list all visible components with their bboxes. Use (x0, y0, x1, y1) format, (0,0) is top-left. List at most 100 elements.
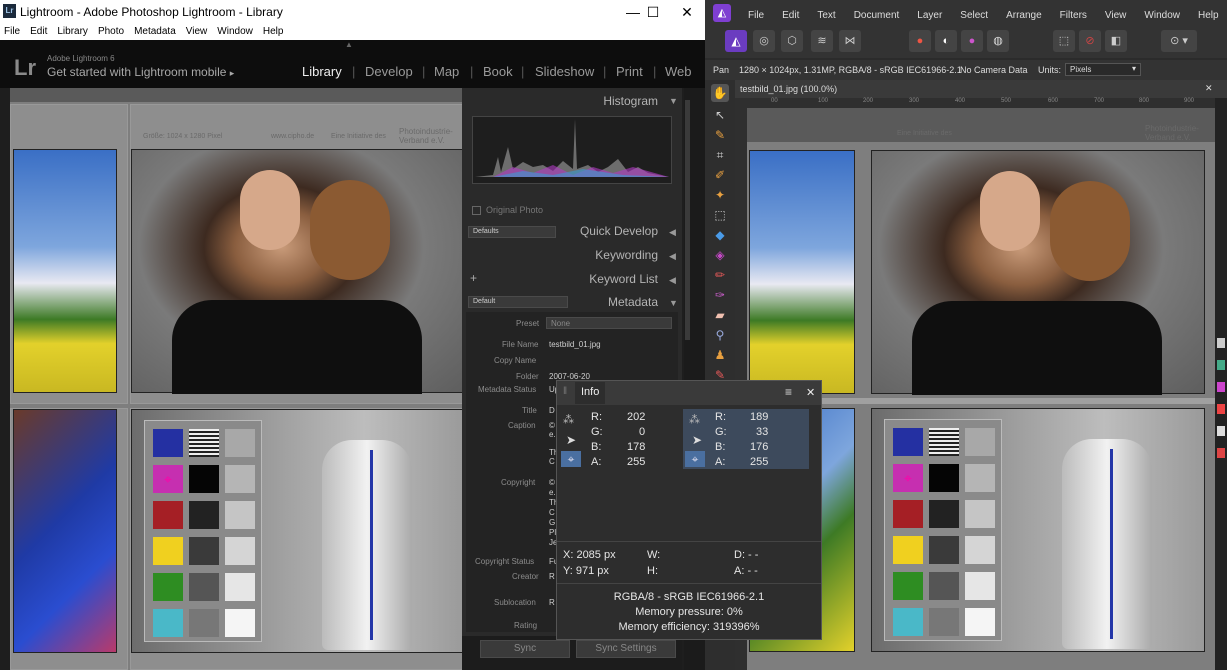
color-picker-icon[interactable]: ✎ (711, 126, 729, 144)
develop-persona-icon[interactable]: ⬡ (781, 30, 803, 52)
metadata-header[interactable]: Metadata (462, 295, 682, 309)
af-menu-help[interactable]: Help (1198, 10, 1219, 21)
studio-icon[interactable] (1217, 338, 1225, 348)
module-web[interactable]: Web (665, 64, 692, 79)
flood-select-icon[interactable]: ✦ (711, 186, 729, 204)
module-map[interactable]: Map (434, 64, 459, 79)
module-print[interactable]: Print (616, 64, 643, 79)
panel-menu-icon[interactable]: ≡ (785, 385, 792, 399)
expand-triangle-icon[interactable]: ◀ (669, 227, 676, 238)
studio-icon[interactable] (1217, 448, 1225, 458)
grid-cell-selected[interactable]: Größe: 1024 x 1280 Pixel www.cipho.de Ei… (130, 104, 466, 404)
sampler-icon[interactable]: ⁂ (563, 413, 574, 426)
quick-develop-header[interactable]: Quick Develop (462, 224, 682, 238)
clone-tool-icon[interactable]: ♟ (711, 346, 729, 364)
preset-select[interactable]: None (546, 317, 672, 329)
erase-brush-icon[interactable]: ▰ (711, 306, 729, 324)
gradient-tool-icon[interactable]: ◈ (711, 246, 729, 264)
document-close-icon[interactable]: ✕ (1205, 83, 1213, 94)
pinwheel-photo[interactable] (13, 409, 117, 653)
af-menu-document[interactable]: Document (854, 10, 900, 21)
auto-levels-icon[interactable]: ● (909, 30, 931, 52)
grid-cell[interactable] (10, 408, 128, 670)
landscape-photo[interactable] (13, 149, 117, 393)
menu-file[interactable]: File (0, 24, 26, 37)
af-menu-layer[interactable]: Layer (917, 10, 942, 21)
af-menu-select[interactable]: Select (960, 10, 988, 21)
expand-triangle-icon[interactable]: ◀ (669, 275, 676, 286)
histogram-header[interactable]: Histogram (462, 94, 682, 108)
keywording-header[interactable]: Keywording (462, 248, 682, 262)
deselect-icon[interactable]: ⊘ (1079, 30, 1101, 52)
close-button[interactable]: ✕ (667, 2, 705, 22)
studio-icon[interactable] (1217, 382, 1225, 392)
crosshair-target-icon[interactable]: ⌖ (685, 451, 705, 467)
tone-mapping-persona-icon[interactable]: ≋ (811, 30, 833, 52)
af-menu-view[interactable]: View (1105, 10, 1127, 21)
module-library[interactable]: Library (302, 64, 342, 79)
flood-fill-icon[interactable]: ◆ (711, 226, 729, 244)
liquify-persona-icon[interactable]: ◎ (753, 30, 775, 52)
grid-cell[interactable]: ⌖ (130, 408, 466, 670)
af-menu-file[interactable]: File (748, 10, 764, 21)
auto-contrast-icon[interactable]: ◐ (935, 30, 957, 52)
collapse-triangle-icon[interactable]: ▼ (669, 298, 678, 308)
assistant-icon[interactable]: ⊙ ▾ (1161, 30, 1197, 52)
crosshair-target-icon[interactable]: ⌖ (561, 451, 581, 467)
studio-icon[interactable] (1217, 426, 1225, 436)
af-menu-edit[interactable]: Edit (782, 10, 799, 21)
keyword-list-header[interactable]: Keyword List (462, 272, 682, 286)
af-menu-text[interactable]: Text (817, 10, 835, 21)
menu-photo[interactable]: Photo (94, 24, 130, 37)
menu-window[interactable]: Window (213, 24, 259, 37)
info-tab[interactable]: Info (575, 382, 606, 404)
marquee-select-icon[interactable]: ⬚ (1053, 30, 1075, 52)
portrait-photo[interactable] (131, 149, 465, 394)
zoom-tool-icon[interactable]: ⚲ (711, 326, 729, 344)
info-panel-header[interactable]: ‖ Info ≡ ✕ (557, 381, 821, 405)
mobile-prompt-link[interactable]: Get started with Lightroom mobile ▸ (47, 65, 234, 79)
module-book[interactable]: Book (483, 64, 513, 79)
selection-brush-icon[interactable]: ✐ (711, 166, 729, 184)
photo-persona-icon[interactable]: ◭ (725, 30, 747, 52)
af-menu-filters[interactable]: Filters (1060, 10, 1087, 21)
paint-brush-icon[interactable]: ✏ (711, 266, 729, 284)
menu-library[interactable]: Library (53, 24, 94, 37)
studio-icon[interactable] (1217, 360, 1225, 370)
export-persona-icon[interactable]: ⋈ (839, 30, 861, 52)
af-menu-arrange[interactable]: Arrange (1006, 10, 1042, 21)
module-develop[interactable]: Develop (365, 64, 413, 79)
menu-view[interactable]: View (182, 24, 214, 37)
expand-triangle-icon[interactable]: ◀ (669, 251, 676, 262)
menu-edit[interactable]: Edit (26, 24, 53, 37)
view-tool-hand-icon[interactable]: ✋ (711, 84, 729, 102)
title-value[interactable]: D (549, 406, 555, 415)
auto-colors-icon[interactable]: ● (961, 30, 983, 52)
collapse-top-panel-icon[interactable]: ▲ (345, 40, 353, 49)
menu-help[interactable]: Help (259, 24, 290, 37)
still-life-photo[interactable]: ⌖ (131, 409, 465, 653)
menu-metadata[interactable]: Metadata (130, 24, 182, 37)
sampler-icon[interactable]: ⁂ (689, 413, 700, 426)
document-tab[interactable]: testbild_01.jpg (100.0%) ✕ (735, 80, 1227, 98)
module-slideshow[interactable]: Slideshow (535, 64, 594, 79)
panel-scrollbar[interactable] (685, 100, 690, 340)
marquee-tool-icon[interactable]: ⬚ (711, 206, 729, 224)
pointer-icon[interactable]: ➤ (692, 433, 702, 447)
dodge-tool-icon[interactable]: ✑ (711, 286, 729, 304)
sync-settings-button[interactable]: Sync Settings (576, 640, 676, 658)
collapse-triangle-icon[interactable]: ▼ (669, 96, 678, 106)
creator-value[interactable]: R (549, 572, 555, 581)
sync-button[interactable]: Sync (480, 640, 570, 658)
auto-white-balance-icon[interactable]: ◍ (987, 30, 1009, 52)
crop-tool-icon[interactable]: ⌗ (711, 146, 729, 164)
panel-close-icon[interactable]: ✕ (806, 386, 815, 399)
grid-cell[interactable] (10, 104, 128, 404)
file-name-value[interactable]: testbild_01.jpg (549, 340, 601, 349)
pointer-icon[interactable]: ➤ (566, 433, 576, 447)
move-tool-icon[interactable]: ↖ (711, 106, 729, 124)
units-select[interactable]: Pixels ▾ (1065, 63, 1141, 76)
af-menu-window[interactable]: Window (1144, 10, 1180, 21)
studio-icon[interactable] (1217, 404, 1225, 414)
original-photo-checkbox[interactable] (472, 206, 481, 215)
